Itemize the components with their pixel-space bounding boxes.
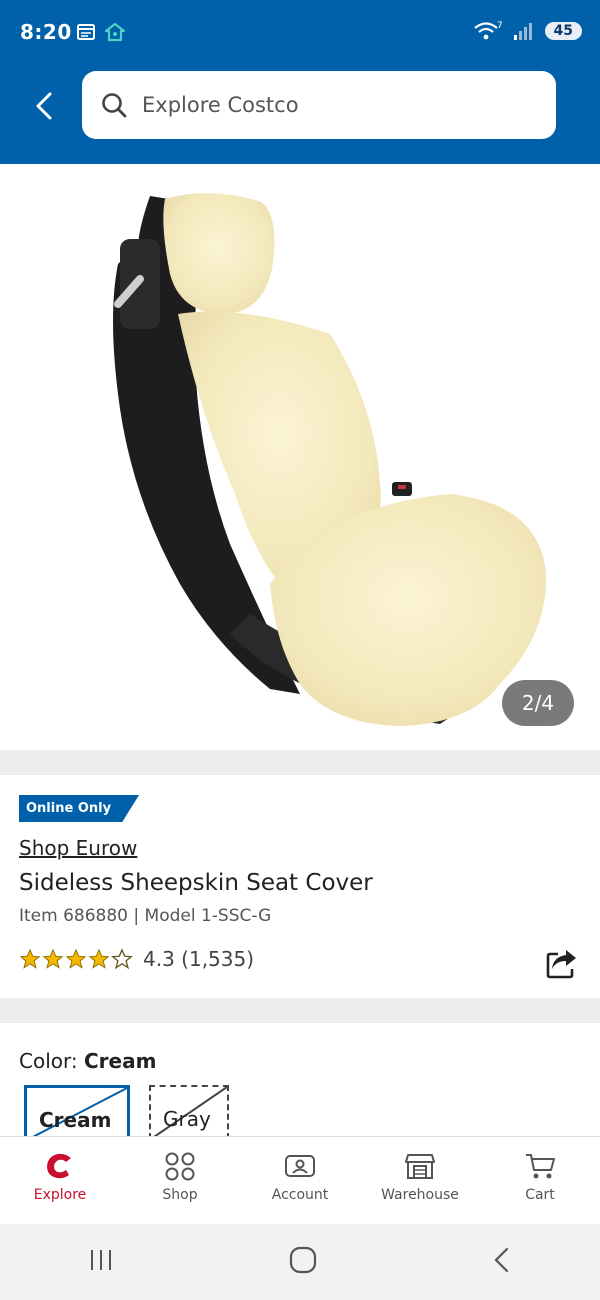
image-counter: 2/4 bbox=[502, 680, 574, 726]
brand-link[interactable]: Shop Eurow bbox=[19, 836, 137, 860]
star-rating bbox=[19, 948, 133, 970]
color-label-prefix: Color: bbox=[19, 1049, 84, 1073]
nav-label: Explore bbox=[33, 1187, 87, 1203]
wifi-icon: 7 bbox=[473, 21, 503, 40]
recent-apps-button[interactable] bbox=[86, 1246, 116, 1278]
chevron-left-icon bbox=[36, 92, 52, 120]
recent-apps-icon bbox=[91, 1250, 111, 1270]
warehouse-icon bbox=[405, 1154, 435, 1179]
nav-label: Cart bbox=[525, 1187, 555, 1203]
search-input[interactable] bbox=[140, 92, 524, 118]
calendar-icon bbox=[77, 24, 95, 40]
nav-explore[interactable]: Explore bbox=[0, 1137, 120, 1225]
system-navigation-bar bbox=[0, 1224, 600, 1300]
status-system-icons: 7 45 bbox=[473, 20, 582, 42]
star-full-icon bbox=[42, 948, 64, 969]
chevron-left-icon bbox=[494, 1247, 509, 1273]
nav-account[interactable]: Account bbox=[240, 1137, 360, 1225]
swatch-label: Gray bbox=[163, 1107, 211, 1131]
bottom-navigation: Explore Shop Account Warehouse Cart bbox=[0, 1136, 600, 1225]
cart-icon bbox=[526, 1154, 555, 1179]
nav-label: Shop bbox=[162, 1187, 198, 1203]
star-empty-icon bbox=[111, 948, 133, 970]
online-only-badge: Online Only bbox=[19, 795, 140, 822]
nav-warehouse[interactable]: Warehouse bbox=[360, 1137, 480, 1225]
swatch-label: Cream bbox=[39, 1108, 112, 1132]
status-notification-icons bbox=[76, 22, 126, 42]
nav-label: Account bbox=[271, 1187, 329, 1203]
rating-row[interactable]: 4.3 (1,535) bbox=[19, 947, 254, 971]
nav-cart[interactable]: Cart bbox=[480, 1137, 600, 1225]
wifi-superscript: 7 bbox=[497, 21, 503, 31]
section-divider bbox=[0, 750, 600, 775]
search-bar[interactable] bbox=[82, 71, 556, 139]
share-icon bbox=[546, 950, 576, 979]
app-header: 8:20 7 45 bbox=[0, 0, 600, 164]
product-image bbox=[113, 193, 547, 726]
back-button[interactable] bbox=[26, 88, 62, 124]
home-button[interactable] bbox=[288, 1245, 318, 1279]
account-icon bbox=[285, 1155, 315, 1177]
item-model-number: Item 686880 | Model 1-SSC-G bbox=[19, 906, 272, 926]
battery-indicator: 45 bbox=[544, 22, 582, 40]
star-full-icon bbox=[19, 948, 41, 969]
system-back-button[interactable] bbox=[490, 1245, 514, 1279]
status-time: 8:20 bbox=[20, 20, 72, 44]
search-icon bbox=[100, 91, 128, 119]
costco-logo-icon bbox=[47, 1153, 71, 1179]
grid-icon bbox=[165, 1152, 195, 1181]
product-title: Sideless Sheepskin Seat Cover bbox=[19, 870, 373, 896]
product-image-gallery[interactable]: 2/4 bbox=[0, 164, 600, 750]
color-swatch-cream[interactable]: Cream bbox=[24, 1085, 130, 1140]
home-circle-icon bbox=[289, 1246, 317, 1274]
nav-shop[interactable]: Shop bbox=[120, 1137, 240, 1225]
star-full-icon bbox=[88, 948, 110, 969]
home-app-icon bbox=[104, 22, 126, 42]
nav-label: Warehouse bbox=[381, 1187, 459, 1203]
rating-summary: 4.3 (1,535) bbox=[143, 947, 255, 971]
star-full-icon bbox=[65, 948, 87, 969]
color-label: Color: Cream bbox=[19, 1049, 156, 1073]
signal-icon bbox=[513, 23, 532, 40]
section-divider bbox=[0, 998, 600, 1023]
color-swatch-gray[interactable]: Gray bbox=[149, 1085, 229, 1139]
share-button[interactable] bbox=[544, 945, 580, 981]
selected-color: Cream bbox=[83, 1049, 157, 1073]
